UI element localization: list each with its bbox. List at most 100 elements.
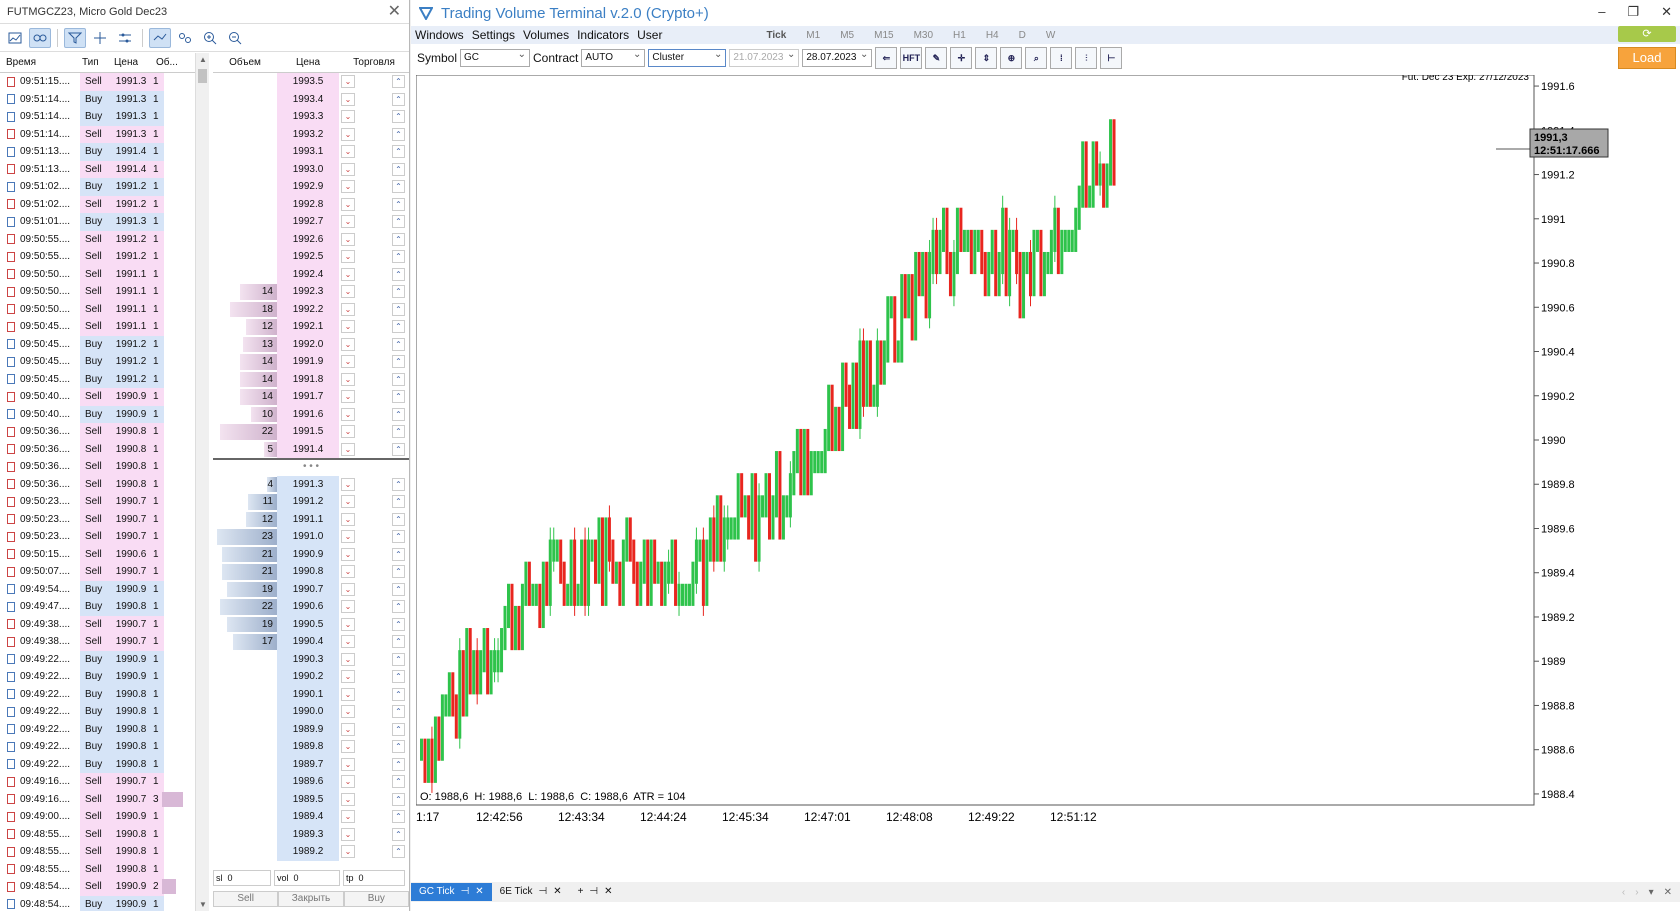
chevron-up-icon[interactable]: ⌃ <box>392 775 405 788</box>
volume-stepper[interactable]: vol 0 <box>274 870 340 886</box>
tab-gc-tick[interactable]: GC Tick ⊣ ✕ <box>411 883 492 901</box>
trade-row[interactable]: 09:50:07.... Sell 1990.7 1 <box>4 563 195 581</box>
search-icon[interactable]: ⌕ <box>1025 47 1048 69</box>
trade-row[interactable]: 09:49:54.... Buy 1990.9 1 <box>4 580 195 598</box>
chevron-up-icon[interactable]: ⌃ <box>392 162 405 176</box>
col-time[interactable]: Время <box>0 53 76 72</box>
level-price[interactable]: 1992.4 <box>277 265 339 283</box>
chevron-up-icon[interactable]: ⌃ <box>392 582 405 596</box>
chevron-up-icon[interactable]: ⌃ <box>392 757 405 771</box>
trade-row[interactable]: 09:49:22.... Buy 1990.8 1 <box>4 738 195 756</box>
level-price[interactable]: 1992.3 <box>277 283 339 301</box>
level-price[interactable]: 1993.3 <box>277 108 339 126</box>
chevron-down-icon[interactable]: ⌄ <box>341 390 355 403</box>
chevron-down-icon[interactable]: ⌄ <box>341 810 355 823</box>
close-position-button[interactable]: Закрыть <box>278 891 344 907</box>
level-price[interactable]: 1990.2 <box>277 668 339 686</box>
ask-level[interactable]: 1993.2 ⌄ ⌃ <box>213 125 409 143</box>
trade-row[interactable]: 09:50:23.... Sell 1990.7 1 <box>4 528 195 546</box>
level-price[interactable]: 1991.3 <box>277 475 339 493</box>
chevron-up-icon[interactable]: ⌃ <box>392 687 405 701</box>
level-price[interactable]: 1992.9 <box>277 178 339 196</box>
chevron-up-icon[interactable]: ⌃ <box>392 600 405 613</box>
chart-icon[interactable] <box>4 28 26 48</box>
level-price[interactable]: 1993.0 <box>277 160 339 178</box>
bid-level[interactable]: 1989.5 ⌄ ⌃ <box>213 790 409 808</box>
trade-row[interactable]: 09:48:54.... Sell 1990.9 2 <box>4 878 195 896</box>
chevron-down-icon[interactable]: ⌄ <box>341 827 355 841</box>
bid-level[interactable]: 1990.1 ⌄ ⌃ <box>213 685 409 703</box>
chevron-up-icon[interactable]: ⌃ <box>392 407 405 421</box>
scroll-right-icon[interactable]: › <box>1635 887 1638 898</box>
ask-level[interactable]: 14 1991.9 ⌄ ⌃ <box>213 353 409 371</box>
range-icon[interactable]: ⊢ <box>1100 47 1123 69</box>
chevron-down-icon[interactable]: ⌄ <box>341 582 355 596</box>
trade-row[interactable]: 09:51:13.... Buy 1991.4 1 <box>4 143 195 161</box>
scroll-up-icon[interactable]: ▲ <box>199 55 207 64</box>
level-price[interactable]: 1990.6 <box>277 598 339 616</box>
chevron-up-icon[interactable]: ⌃ <box>392 285 405 298</box>
ask-level[interactable]: 1993.1 ⌄ ⌃ <box>213 143 409 161</box>
chevron-up-icon[interactable]: ⌃ <box>392 320 405 333</box>
bid-level[interactable]: 1989.6 ⌄ ⌃ <box>213 773 409 791</box>
level-price[interactable]: 1990.9 <box>277 545 339 563</box>
ask-level[interactable]: 12 1992.1 ⌄ ⌃ <box>213 318 409 336</box>
bid-level[interactable]: 1990.0 ⌄ ⌃ <box>213 703 409 721</box>
menu-user[interactable]: User <box>633 28 666 42</box>
level-price[interactable]: 1992.6 <box>277 230 339 248</box>
col-volume[interactable]: Об... <box>150 53 190 72</box>
trade-row[interactable]: 09:48:54.... Buy 1990.9 1 <box>4 895 195 911</box>
level-price[interactable]: 1989.6 <box>277 773 339 791</box>
chevron-up-icon[interactable]: ⌃ <box>392 390 405 403</box>
menu-settings[interactable]: Settings <box>468 28 519 42</box>
chevron-up-icon[interactable]: ⌃ <box>392 547 405 561</box>
levels-icon[interactable]: ⁞ <box>1050 47 1073 69</box>
chevron-down-icon[interactable]: ⌄ <box>341 495 355 508</box>
chevron-up-icon[interactable]: ⌃ <box>392 477 405 491</box>
chevron-up-icon[interactable]: ⌃ <box>392 110 405 123</box>
zoom-out-icon[interactable] <box>224 28 246 48</box>
trade-row[interactable]: 09:49:22.... Buy 1990.9 1 <box>4 650 195 668</box>
menu-volumes[interactable]: Volumes <box>519 28 573 42</box>
chevron-down-icon[interactable]: ⌄ <box>341 407 355 421</box>
level-price[interactable]: 1991.7 <box>277 388 339 406</box>
trade-row[interactable]: 09:50:36.... Sell 1990.8 1 <box>4 458 195 476</box>
chevron-down-icon[interactable]: ⌄ <box>341 635 355 648</box>
bid-level[interactable]: 4 1991.3 ⌄ ⌃ <box>213 475 409 493</box>
trade-row[interactable]: 09:49:22.... Buy 1990.8 1 <box>4 703 195 721</box>
bid-level[interactable]: 1989.2 ⌄ ⌃ <box>213 843 409 861</box>
bid-level[interactable]: 19 1990.5 ⌄ ⌃ <box>213 615 409 633</box>
refresh-icon[interactable]: ⟳ <box>1618 26 1676 42</box>
scroll-thumb[interactable] <box>198 69 207 83</box>
trade-row[interactable]: 09:49:16.... Sell 1990.7 3 <box>4 790 195 808</box>
zoom-in-icon[interactable] <box>199 28 221 48</box>
level-price[interactable]: 1991.6 <box>277 405 339 423</box>
level-price[interactable]: 1992.7 <box>277 213 339 231</box>
bid-level[interactable]: 1989.9 ⌄ ⌃ <box>213 720 409 738</box>
take-profit-stepper[interactable]: tp 0 <box>343 870 405 886</box>
chevron-down-icon[interactable]: ⌄ <box>341 162 355 176</box>
level-price[interactable]: 1990.7 <box>277 580 339 598</box>
ask-level[interactable]: 22 1991.5 ⌄ ⌃ <box>213 423 409 441</box>
chevron-down-icon[interactable]: ⌄ <box>341 565 355 578</box>
trade-row[interactable]: 09:49:22.... Buy 1990.8 1 <box>4 720 195 738</box>
trade-row[interactable]: 09:48:55.... Sell 1990.8 1 <box>4 860 195 878</box>
pin-icon[interactable]: ⊣ <box>589 883 598 901</box>
chevron-down-icon[interactable]: ⌄ <box>341 477 355 491</box>
ask-level[interactable]: 1992.7 ⌄ ⌃ <box>213 213 409 231</box>
chevron-down-icon[interactable]: ⌄ <box>341 180 355 193</box>
ask-level[interactable]: 1992.8 ⌄ ⌃ <box>213 195 409 213</box>
trade-row[interactable]: 09:51:15.... Sell 1991.3 1 <box>4 73 195 91</box>
menu-windows[interactable]: Windows <box>411 28 468 42</box>
trade-row[interactable]: 09:49:47.... Buy 1990.8 1 <box>4 598 195 616</box>
trade-row[interactable]: 09:51:14.... Sell 1991.3 1 <box>4 125 195 143</box>
buy-button[interactable]: Buy <box>343 891 409 907</box>
chevron-up-icon[interactable]: ⌃ <box>392 75 405 88</box>
chevron-down-icon[interactable]: ▾ <box>1649 887 1654 898</box>
ask-level[interactable]: 1992.5 ⌄ ⌃ <box>213 248 409 266</box>
trade-row[interactable]: 09:50:55.... Sell 1991.2 1 <box>4 248 195 266</box>
chevron-up-icon[interactable]: ⌃ <box>392 372 405 386</box>
bid-level[interactable]: 12 1991.1 ⌄ ⌃ <box>213 510 409 528</box>
level-price[interactable]: 1992.8 <box>277 195 339 213</box>
chevron-down-icon[interactable]: ⌄ <box>341 687 355 701</box>
